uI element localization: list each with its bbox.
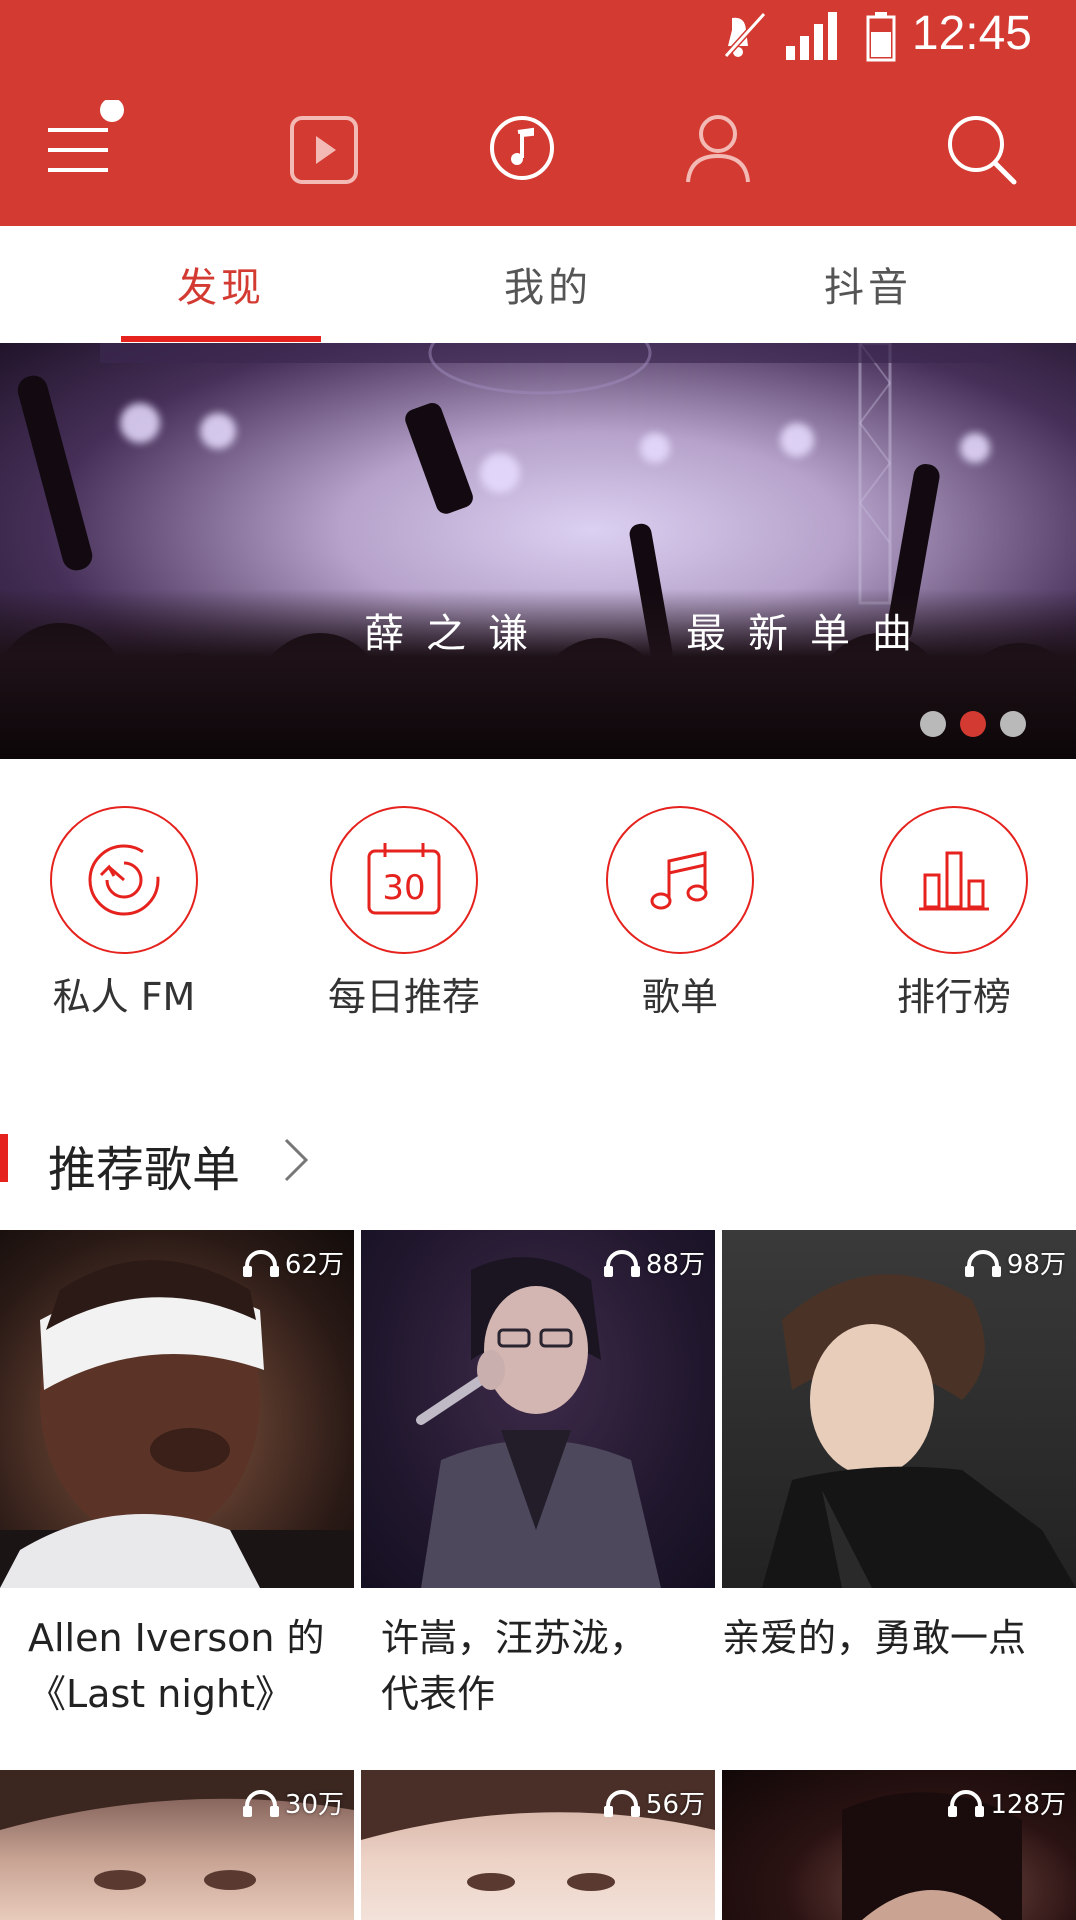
playlist-title-line: 代表作 (381, 1672, 496, 1716)
play-count-text: 88万 (645, 1250, 705, 1280)
play-count: 98万 (963, 1244, 1066, 1281)
play-count: 128万 (946, 1784, 1066, 1821)
singer-portrait (361, 1230, 715, 1588)
music-note-icon (606, 806, 754, 954)
play-count-text: 30万 (284, 1790, 344, 1820)
play-count: 56万 (602, 1784, 705, 1821)
banner-carousel[interactable]: 薛之谦 最新单曲 (0, 343, 1076, 759)
chevron-right-icon[interactable] (276, 1134, 316, 1186)
playlist-cover: 62万 (0, 1230, 354, 1588)
bar-chart-icon (880, 806, 1028, 954)
play-count-text: 62万 (284, 1250, 344, 1280)
playlist-cover: 128万 (722, 1770, 1076, 1920)
headphones-icon (603, 1249, 640, 1277)
play-count-text: 98万 (1006, 1250, 1066, 1280)
carousel-dots (920, 711, 1026, 737)
stage-light (200, 413, 236, 449)
section-accent-bar (0, 1134, 8, 1182)
singer-portrait (762, 1274, 1076, 1588)
carousel-dot-active[interactable] (960, 711, 986, 737)
playlist-title: 亲爱的，勇敢一点 (722, 1610, 1076, 1666)
radio-dial-icon (50, 806, 198, 954)
athlete-portrait (0, 1260, 354, 1588)
tab-bar: 发现 我的 抖音 (0, 226, 1076, 342)
playlist-title-line: 《Last night》 (28, 1672, 293, 1716)
playlist-cover: 88万 (361, 1230, 715, 1588)
menu-icon[interactable] (28, 100, 128, 200)
headphones-icon (948, 1789, 985, 1817)
status-bar: 12:45 (0, 0, 1076, 68)
status-time: 12:45 (911, 7, 1032, 60)
tab-discover[interactable]: 发现 (121, 226, 321, 342)
entry-label: 每日推荐 (327, 975, 480, 1019)
signal-icon (784, 8, 844, 64)
notification-dot-icon (100, 100, 124, 122)
playlist-title: 许嵩，汪苏泷， 代表作 (381, 1610, 715, 1722)
calendar-30-icon: 30 (330, 806, 478, 954)
tab-douyin[interactable]: 抖音 (768, 226, 968, 342)
playlist-title-line: 许嵩，汪苏泷， (381, 1616, 648, 1660)
top-nav (0, 100, 1076, 200)
search-icon[interactable] (930, 100, 1030, 200)
playlist-cover: 56万 (361, 1770, 715, 1920)
playlist-cover: 30万 (0, 1770, 354, 1920)
entry-charts[interactable]: 排行榜 (844, 806, 1064, 1026)
stage-light (960, 433, 990, 463)
entry-daily-recommend[interactable]: 30 每日推荐 (294, 806, 514, 1026)
carousel-dot[interactable] (920, 711, 946, 737)
music-icon[interactable] (472, 100, 572, 200)
playlist-cover: 98万 (722, 1230, 1076, 1588)
play-count: 62万 (241, 1244, 344, 1281)
mute-icon (720, 8, 770, 64)
stage-light (640, 433, 670, 463)
entry-label: 排行榜 (896, 975, 1011, 1019)
play-count-text: 128万 (990, 1790, 1066, 1820)
play-count: 30万 (241, 1784, 344, 1821)
playlist-title: Allen Iverson 的 《Last night》 (28, 1610, 358, 1722)
headphones-icon (964, 1249, 1001, 1277)
carousel-dot[interactable] (1000, 711, 1026, 737)
user-icon[interactable] (668, 100, 768, 200)
headphones-icon (603, 1789, 640, 1817)
banner-artist: 薛之谦 (364, 611, 550, 657)
entry-playlist[interactable]: 歌单 (570, 806, 790, 1026)
play-count: 88万 (602, 1244, 705, 1281)
entry-label: 私人 FM (52, 975, 196, 1019)
playlist-title-line: Allen Iverson 的 (28, 1616, 325, 1660)
video-icon[interactable] (274, 100, 374, 200)
recommended-playlists-header[interactable]: 推荐歌单 (0, 1120, 1076, 1200)
stage-light (120, 403, 160, 443)
svg-text:30: 30 (382, 868, 425, 908)
headphones-icon (242, 1249, 279, 1277)
playlist-title-line: 亲爱的，勇敢一点 (722, 1616, 1027, 1660)
section-title: 推荐歌单 (48, 1142, 241, 1198)
quick-entries: 私人 FM 30 每日推荐 歌单 排行榜 (0, 806, 1076, 1026)
app-header: 12:45 (0, 0, 1076, 226)
battery-icon (864, 8, 898, 64)
banner-subtitle: 最新单曲 (686, 611, 934, 657)
play-count-text: 56万 (645, 1790, 705, 1820)
stage-light (480, 453, 520, 493)
stage-light (780, 423, 814, 457)
headphones-icon (242, 1789, 279, 1817)
tab-indicator (121, 336, 321, 342)
entry-label: 歌单 (641, 975, 718, 1019)
entry-personal-fm[interactable]: 私人 FM (14, 806, 234, 1026)
tab-mine[interactable]: 我的 (448, 226, 648, 342)
